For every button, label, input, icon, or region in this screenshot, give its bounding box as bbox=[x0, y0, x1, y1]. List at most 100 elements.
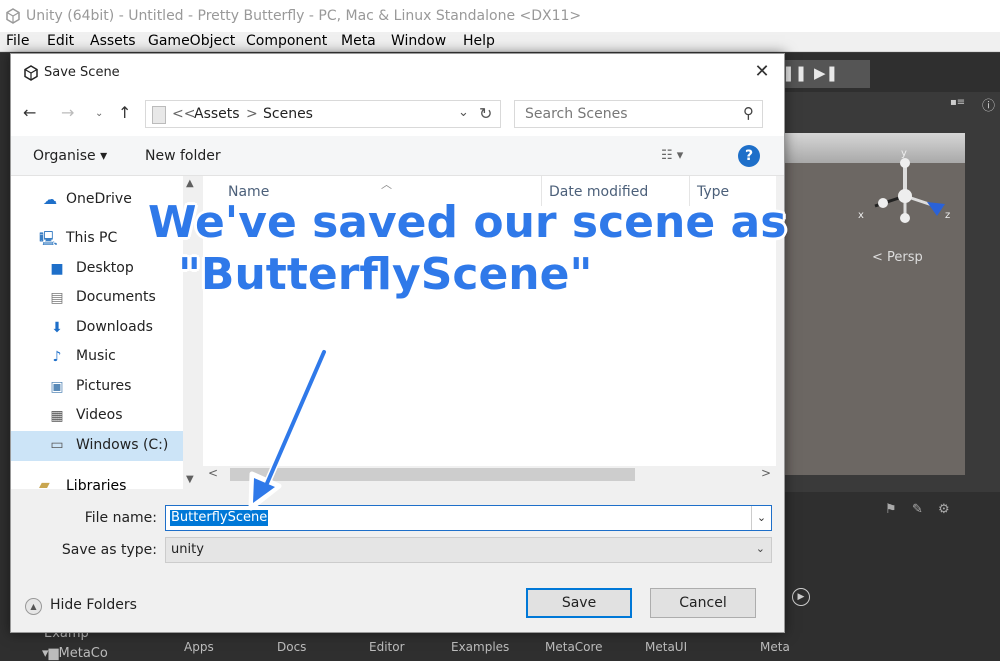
unity-logo-icon bbox=[24, 65, 38, 81]
label-icon[interactable]: ✎ bbox=[912, 502, 923, 517]
nav-item-label: Music bbox=[76, 348, 116, 364]
nav-item-label: OneDrive bbox=[66, 191, 132, 207]
settings-icon[interactable]: ⚙ bbox=[938, 502, 950, 517]
recent-locations-icon[interactable]: ⌄ bbox=[95, 108, 103, 119]
folder-metaui[interactable]: MetaUI bbox=[645, 640, 687, 654]
info-icon[interactable]: ⓘ bbox=[982, 95, 995, 114]
file-name-label: File name: bbox=[84, 510, 157, 526]
play-controls: ❚❚ ▶❚ bbox=[770, 60, 870, 88]
cancel-button[interactable]: Cancel bbox=[650, 588, 756, 618]
videos-icon: ▦ bbox=[50, 408, 64, 424]
navigation-row: ← → ⌄ ↑ << Assets > Scenes ⌄ ↻ ⚲ bbox=[11, 92, 784, 136]
menu-meta[interactable]: Meta bbox=[341, 32, 376, 51]
tree-item-metacore-label: MetaCo bbox=[58, 646, 108, 661]
scroll-up-icon[interactable]: ▲ bbox=[186, 178, 194, 189]
pause-icon[interactable]: ❚❚ bbox=[782, 64, 807, 82]
new-folder-button[interactable]: New folder bbox=[145, 148, 221, 164]
folder-docs[interactable]: Docs bbox=[277, 640, 306, 654]
nav-item-label: Desktop bbox=[76, 260, 134, 276]
close-icon[interactable]: ✕ bbox=[752, 62, 772, 82]
folder-metacore[interactable]: MetaCore bbox=[545, 640, 603, 654]
breadcrumb-overflow[interactable]: << bbox=[172, 106, 195, 122]
libraries-icon: ▰ bbox=[39, 477, 50, 493]
menu-file[interactable]: File bbox=[6, 32, 29, 51]
menu-bar: File Edit Assets GameObject Component Me… bbox=[0, 32, 1000, 52]
chevron-down-icon[interactable]: ⌄ bbox=[458, 105, 469, 120]
download-icon: ⬇ bbox=[51, 320, 63, 336]
folder-icon bbox=[152, 106, 166, 124]
search-input[interactable] bbox=[515, 101, 735, 127]
tutorial-annotation: We've saved our scene as "ButterflyScene… bbox=[148, 197, 868, 301]
folder-editor[interactable]: Editor bbox=[369, 640, 405, 654]
annotation-line-2: "ButterflyScene" bbox=[178, 249, 593, 300]
projection-label[interactable]: < Persp bbox=[872, 250, 923, 265]
nav-item-label: This PC bbox=[66, 230, 118, 246]
music-icon: ♪ bbox=[52, 349, 62, 365]
refresh-icon[interactable]: ↻ bbox=[479, 104, 492, 123]
tag-icon[interactable]: ⚑ bbox=[885, 502, 897, 517]
nav-item-label: Downloads bbox=[76, 319, 153, 335]
dialog-toolbar: Organise ▾ New folder ☷ ▾ ? bbox=[11, 136, 784, 176]
projection-label-text: Persp bbox=[887, 250, 923, 265]
inspector-icons: ⚑ ✎ ⚙ bbox=[880, 500, 990, 520]
scene-gizmo[interactable]: y x z bbox=[855, 148, 965, 238]
breadcrumb-assets[interactable]: Assets bbox=[194, 106, 240, 122]
save-button[interactable]: Save bbox=[526, 588, 632, 618]
view-options-icon[interactable]: ☷ ▾ bbox=[661, 148, 683, 163]
folder-meta[interactable]: Meta bbox=[760, 640, 790, 654]
search-icon[interactable]: ⚲ bbox=[743, 104, 754, 122]
file-list-scrollbar[interactable]: < > bbox=[203, 466, 776, 483]
breadcrumb-scenes[interactable]: Scenes bbox=[263, 106, 313, 122]
scrollbar-thumb[interactable] bbox=[230, 468, 635, 481]
file-name-input[interactable]: ButterflyScene bbox=[170, 510, 269, 526]
scroll-right-icon[interactable]: > bbox=[761, 466, 771, 480]
folder-examples[interactable]: Examples bbox=[451, 640, 509, 654]
folder-apps[interactable]: Apps bbox=[184, 640, 214, 654]
sort-ascending-icon: ︿ bbox=[381, 178, 392, 191]
up-arrow-icon[interactable]: ↑ bbox=[118, 103, 131, 122]
nav-item-libraries[interactable]: ▰ Libraries bbox=[11, 473, 201, 499]
tree-item-metacore[interactable]: ▾▆ MetaCo bbox=[42, 646, 108, 661]
panel-menu-icon[interactable]: ▪≡ bbox=[950, 97, 965, 108]
back-arrow-icon[interactable]: ← bbox=[23, 103, 36, 122]
play-circle-icon[interactable]: ▶ bbox=[792, 588, 810, 606]
address-bar[interactable]: << Assets > Scenes ⌄ ↻ bbox=[145, 100, 501, 128]
organise-label: Organise bbox=[33, 148, 96, 164]
forward-arrow-icon[interactable]: → bbox=[61, 103, 74, 122]
menu-assets[interactable]: Assets bbox=[90, 32, 136, 51]
nav-item-windows-c[interactable]: ▭ Windows (C:) bbox=[11, 431, 183, 461]
save-scene-dialog: Save Scene ✕ ← → ⌄ ↑ << Assets > Scenes … bbox=[10, 53, 785, 633]
nav-item-label: Libraries bbox=[66, 478, 127, 494]
scroll-left-icon[interactable]: < bbox=[208, 466, 218, 480]
step-icon[interactable]: ▶❚ bbox=[814, 64, 838, 82]
nav-item-videos[interactable]: ▦ Videos bbox=[11, 402, 183, 430]
chevron-down-icon[interactable]: ⌄ bbox=[751, 506, 771, 530]
menu-help[interactable]: Help bbox=[463, 32, 495, 51]
save-type-value: unity bbox=[171, 542, 204, 557]
help-icon[interactable]: ? bbox=[738, 145, 760, 167]
computer-icon: 🖳 bbox=[39, 231, 58, 247]
menu-component[interactable]: Component bbox=[246, 32, 327, 51]
dialog-title-bar: Save Scene ✕ bbox=[11, 54, 784, 92]
nav-item-music[interactable]: ♪ Music bbox=[11, 343, 183, 371]
nav-item-label: Documents bbox=[76, 289, 156, 305]
documents-icon: ▤ bbox=[50, 290, 64, 306]
nav-item-label: Videos bbox=[76, 407, 123, 423]
search-box: ⚲ bbox=[514, 100, 763, 128]
save-type-select[interactable]: unity ⌄ bbox=[165, 537, 772, 563]
annotation-line-1: We've saved our scene as bbox=[148, 197, 787, 248]
nav-item-label: Pictures bbox=[76, 378, 132, 394]
menu-edit[interactable]: Edit bbox=[47, 32, 74, 51]
hide-folders-label: Hide Folders bbox=[50, 597, 137, 613]
desktop-icon: ■ bbox=[50, 261, 64, 277]
nav-item-label: Windows (C:) bbox=[76, 437, 169, 453]
menu-gameobject[interactable]: GameObject bbox=[148, 32, 235, 51]
menu-window[interactable]: Window bbox=[391, 32, 446, 51]
nav-item-downloads[interactable]: ⬇ Downloads bbox=[11, 314, 183, 342]
chevron-up-icon: ▲ bbox=[25, 598, 42, 615]
file-name-field[interactable]: ButterflyScene ⌄ bbox=[165, 505, 772, 531]
unity-logo-icon bbox=[6, 8, 20, 24]
organise-button[interactable]: Organise ▾ bbox=[33, 148, 107, 164]
nav-item-pictures[interactable]: ▣ Pictures bbox=[11, 373, 183, 401]
gizmo-y-label: y bbox=[901, 148, 907, 159]
